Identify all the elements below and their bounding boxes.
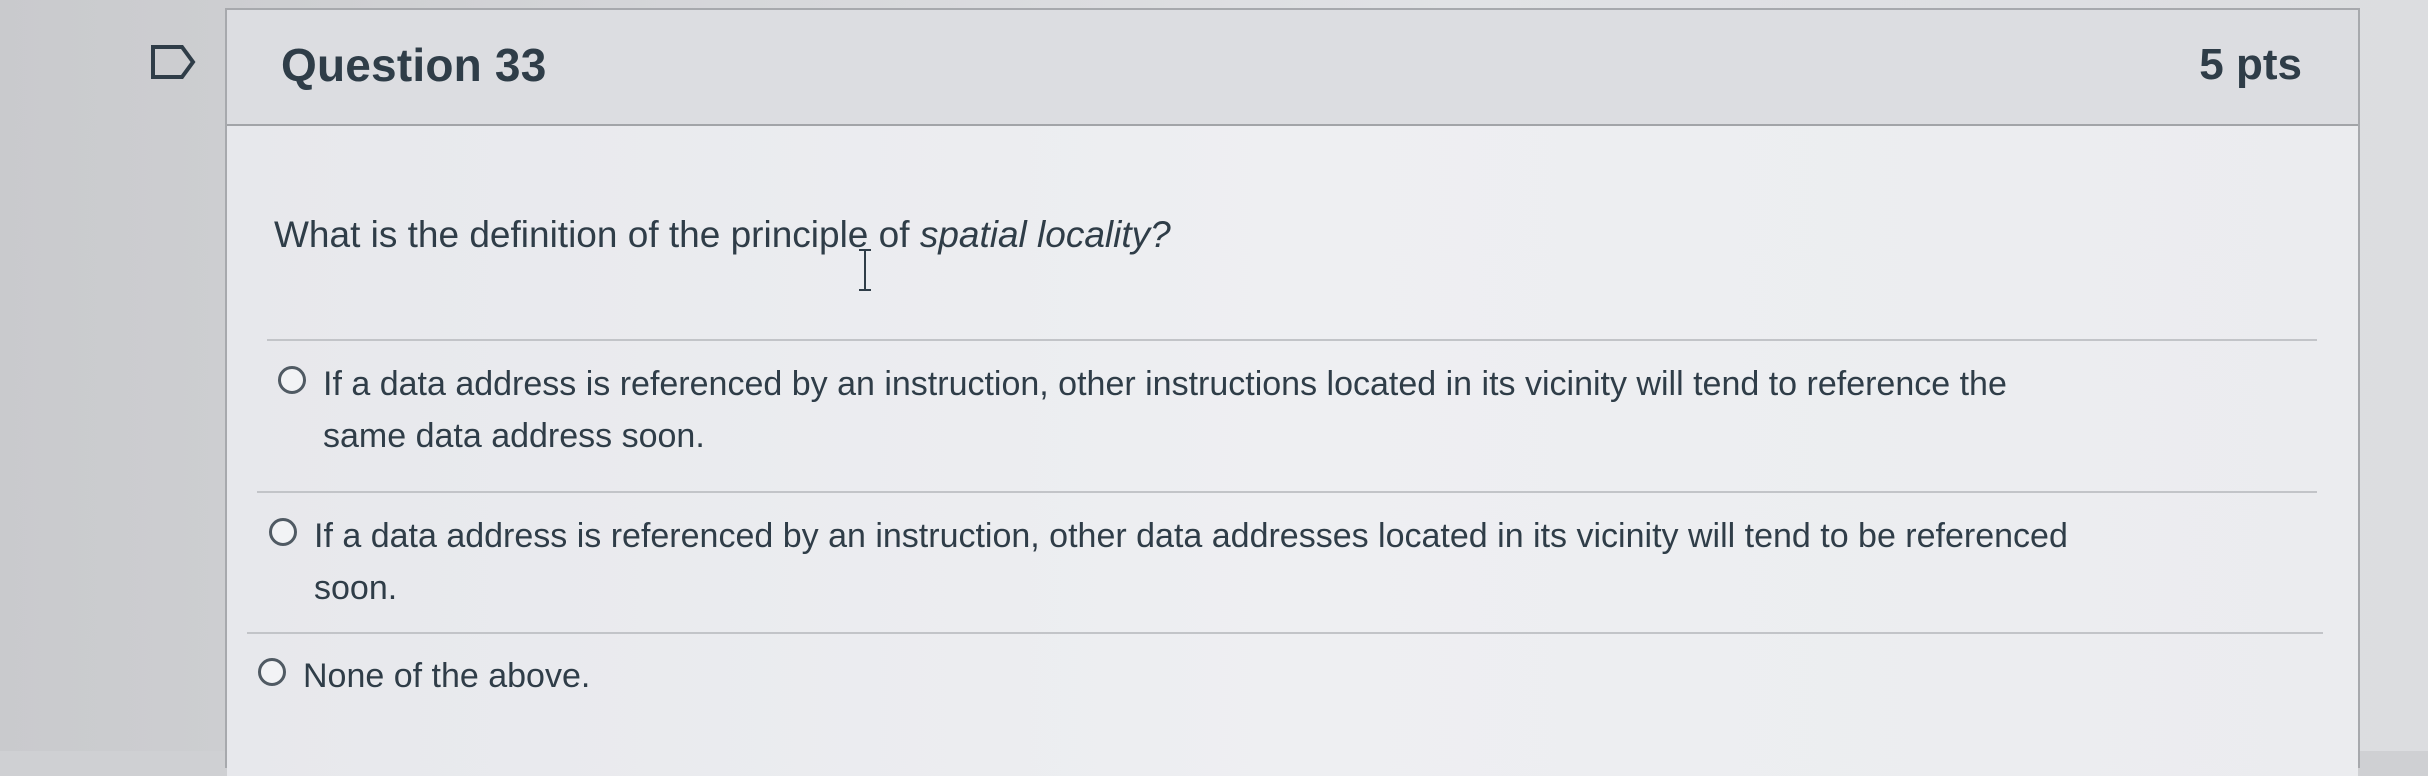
question-points: 5 pts bbox=[2199, 40, 2302, 89]
answer-label-line: If a data address is referenced by an in… bbox=[314, 517, 2068, 555]
answer-label: If a data address is referenced by an in… bbox=[323, 358, 2007, 462]
question-text: What is the definition of the principle … bbox=[274, 214, 1171, 256]
answer-label: None of the above. bbox=[303, 657, 591, 695]
answer-option-2[interactable]: If a data address is referenced by an in… bbox=[269, 510, 2319, 614]
answer-option-3[interactable]: None of the above. bbox=[258, 650, 2318, 702]
flag-bookmark-icon[interactable] bbox=[150, 44, 196, 80]
question-card: Question 33 5 pts What is the definition… bbox=[225, 8, 2360, 776]
answer-divider bbox=[267, 339, 2317, 341]
answer-option-1[interactable]: If a data address is referenced by an in… bbox=[278, 358, 2318, 462]
answer-label: If a data address is referenced by an in… bbox=[314, 510, 2068, 614]
answer-divider bbox=[247, 632, 2323, 634]
question-title: Question 33 bbox=[281, 39, 547, 91]
radio-button[interactable] bbox=[269, 518, 297, 546]
answer-label-line: same data address soon. bbox=[323, 417, 705, 455]
question-text-emphasis: spatial locality? bbox=[919, 214, 1171, 255]
text-cursor-icon bbox=[859, 249, 871, 291]
answer-label-line: If a data address is referenced by an in… bbox=[323, 365, 2007, 403]
question-text-plain: What is the definition of the principle … bbox=[274, 214, 920, 255]
radio-button[interactable] bbox=[258, 658, 286, 686]
answer-divider bbox=[257, 491, 2317, 493]
answer-label-line: soon. bbox=[314, 569, 398, 607]
radio-button[interactable] bbox=[278, 366, 306, 394]
question-header: Question 33 5 pts bbox=[227, 10, 2358, 126]
question-body: What is the definition of the principle … bbox=[227, 126, 2358, 776]
